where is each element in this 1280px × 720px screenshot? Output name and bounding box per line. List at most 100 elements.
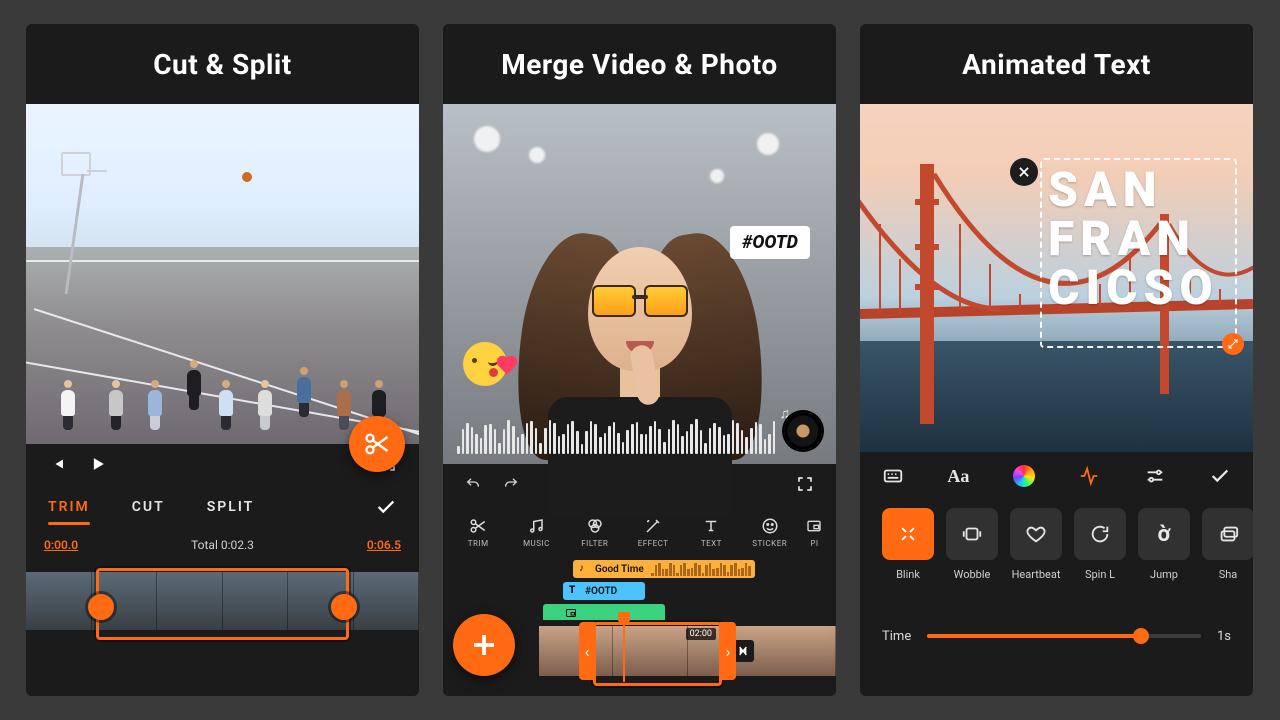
filter-icon	[586, 517, 604, 535]
layer-tracks: ♪ Good Time T #OOTD	[443, 560, 836, 620]
time-end[interactable]: 0:06.5	[367, 538, 401, 552]
tab-cut[interactable]: CUT	[132, 499, 165, 515]
color-picker-button[interactable]	[1013, 465, 1035, 487]
wobble-icon	[961, 523, 983, 545]
video-preview[interactable]	[26, 104, 419, 444]
time-total: Total 0:02.3	[191, 538, 254, 552]
tool-music[interactable]: MUSIC	[509, 517, 563, 548]
wand-icon	[644, 517, 662, 535]
tool-filter[interactable]: FILTER	[568, 517, 622, 548]
duration-slider-row: Time 1s	[860, 608, 1253, 664]
trim-selection[interactable]	[96, 568, 349, 640]
pip-icon	[806, 517, 822, 535]
animation-options: Blink Wobble Heartbeat Spin L ờJump Sha	[860, 500, 1253, 608]
text-line: CICSO	[1048, 264, 1229, 313]
clip-handle-left[interactable]: ‹	[579, 622, 595, 680]
jump-icon: ờ	[1158, 522, 1171, 547]
colorwheel-icon	[1013, 465, 1035, 487]
playhead[interactable]	[623, 616, 625, 682]
resize-handle[interactable]	[1222, 333, 1244, 355]
layers-icon	[1217, 523, 1239, 545]
duration-slider[interactable]	[927, 634, 1201, 638]
text-layer-label: #OOTD	[585, 586, 617, 597]
fullscreen-icon[interactable]	[796, 475, 814, 493]
keyboard-icon[interactable]	[882, 465, 904, 487]
smiley-icon	[761, 517, 779, 535]
video-preview[interactable]: SAN FRAN CICSO	[860, 104, 1253, 452]
slider-value: 1s	[1217, 629, 1231, 644]
preview-illustration	[26, 104, 419, 444]
panel-cut-split: Cut & Split TRIM C	[26, 24, 419, 696]
panel-merge: Merge Video & Photo #OOTD ♫ TRIM MUSIC F…	[443, 24, 836, 696]
text-icon: T	[569, 585, 581, 597]
confirm-button[interactable]	[1209, 465, 1231, 487]
timeline-strip[interactable]: 02:00 ‹ › 0:02.3 Total 0:06.5	[443, 620, 836, 696]
time-start[interactable]: 0:00.0	[44, 538, 78, 552]
animation-tab[interactable]	[1078, 465, 1100, 487]
sparkle-icon	[897, 523, 919, 545]
tab-trim[interactable]: TRIM	[48, 499, 90, 515]
text-line: SAN	[1048, 166, 1229, 215]
trim-handle-left[interactable]	[88, 594, 114, 620]
anim-heartbeat[interactable]: Heartbeat	[1010, 508, 1062, 581]
basketball-hoop-icon	[61, 152, 91, 176]
plus-icon	[469, 630, 499, 660]
confirm-button[interactable]	[375, 496, 397, 518]
tool-effect[interactable]: EFFECT	[626, 517, 680, 548]
cut-fab-button[interactable]	[349, 416, 405, 472]
text-icon	[702, 517, 720, 535]
tab-split[interactable]: SPLIT	[207, 499, 255, 515]
panel-title: Cut & Split	[26, 24, 419, 104]
slider-label: Time	[882, 629, 911, 644]
play-icon[interactable]	[88, 454, 108, 474]
trim-tabs: TRIM CUT SPLIT	[26, 484, 419, 530]
undo-icon[interactable]	[465, 476, 481, 492]
rotate-icon	[1089, 523, 1111, 545]
hashtag-sticker[interactable]: #OOTD	[730, 226, 810, 259]
text-toolbar: Aa	[860, 452, 1253, 500]
anim-blink[interactable]: Blink	[882, 508, 934, 581]
tool-pip[interactable]: PI	[801, 517, 828, 548]
redo-icon[interactable]	[503, 476, 519, 492]
anim-jump[interactable]: ờJump	[1138, 508, 1190, 581]
kiss-emoji-sticker[interactable]	[463, 342, 507, 386]
trim-handle-right[interactable]	[331, 594, 357, 620]
add-media-fab[interactable]	[453, 614, 515, 676]
anim-shake[interactable]: Sha	[1202, 508, 1253, 581]
panel-title: Animated Text	[860, 24, 1253, 104]
panel-animated-text: Animated Text SAN FRAN CICSO	[860, 24, 1253, 696]
text-layer[interactable]: T #OOTD	[563, 582, 645, 600]
tool-trim[interactable]: TRIM	[451, 517, 505, 548]
video-preview[interactable]: #OOTD ♫	[443, 104, 836, 464]
tool-sticker[interactable]: STICKER	[743, 517, 797, 548]
skip-prev-icon[interactable]	[48, 455, 66, 473]
time-readout: 0:00.0 Total 0:02.3 0:06.5	[26, 530, 419, 560]
vinyl-disc-icon[interactable]	[784, 412, 822, 450]
scissors-icon	[363, 430, 391, 458]
timeline-strip[interactable]	[26, 560, 419, 696]
music-icon	[527, 517, 545, 535]
close-icon	[1017, 165, 1031, 179]
resize-icon	[1227, 338, 1239, 350]
next-clip-thumb[interactable]	[742, 626, 828, 676]
clip-duration-badge: 02:00	[686, 628, 716, 640]
animated-text-overlay[interactable]: SAN FRAN CICSO	[1048, 166, 1229, 313]
heartbeat-icon	[1025, 523, 1047, 545]
slider-thumb[interactable]	[1133, 628, 1149, 644]
anim-spin-l[interactable]: Spin L	[1074, 508, 1126, 581]
audio-layer[interactable]: ♪ Good Time	[573, 560, 755, 578]
clip-handle-right[interactable]: ›	[720, 622, 736, 680]
audio-label: Good Time	[595, 564, 644, 575]
text-line: FRAN	[1048, 215, 1229, 264]
tool-text[interactable]: TEXT	[684, 517, 738, 548]
adjust-icon[interactable]	[1144, 465, 1166, 487]
anim-wobble[interactable]: Wobble	[946, 508, 998, 581]
music-icon: ♪	[579, 563, 591, 575]
audio-waveform	[457, 422, 776, 454]
panel-title: Merge Video & Photo	[443, 24, 836, 104]
font-button[interactable]: Aa	[947, 466, 969, 487]
pip-icon	[565, 607, 577, 619]
delete-text-button[interactable]	[1010, 158, 1038, 186]
basketball-icon	[242, 172, 252, 182]
scissors-icon	[469, 517, 487, 535]
